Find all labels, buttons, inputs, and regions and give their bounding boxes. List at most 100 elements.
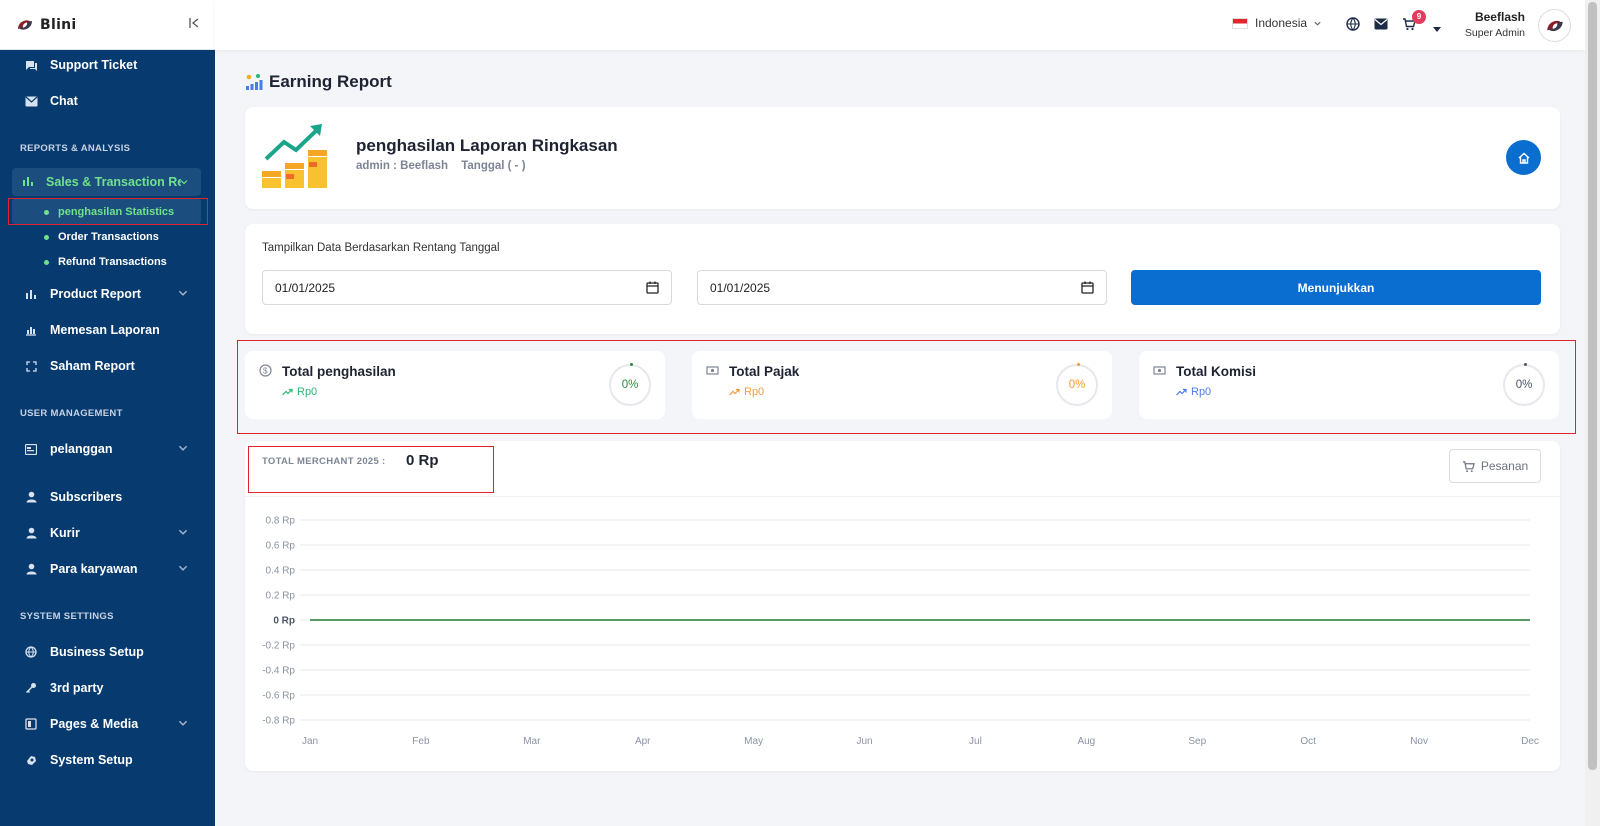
sidebar-item-kurir[interactable]: Kurir [0,518,215,548]
x-tick-label: Jul [969,736,982,747]
globe-icon [24,645,38,659]
x-tick-label: Apr [635,736,651,747]
section-title-reports: REPORTS & ANALYSIS [20,143,131,154]
stat-card-total-komisi: Total Komisi Rp0 0% [1139,351,1559,419]
x-tick-label: Sep [1188,736,1206,747]
stat-percent: 0% [621,379,639,391]
sidebar-item-memesan-laporan[interactable]: Memesan Laporan [0,315,215,345]
x-tick-label: Mar [523,736,541,747]
sidebar-item-subscribers[interactable]: Subscribers [0,482,215,512]
stat-title: Total Pajak [729,364,800,379]
sidebar-item-pages-media[interactable]: Pages & Media [0,709,215,739]
start-date-input[interactable]: 01/01/2025 [262,270,672,305]
flag-indonesia-icon [1232,17,1248,29]
calendar-icon[interactable] [1081,281,1094,294]
sidebar-item-chat[interactable]: Chat [0,86,215,116]
chevron-down-icon [178,720,188,726]
sidebar-item-label: Subscribers [50,490,123,504]
ring-indicator [1077,363,1080,366]
stat-percent: 0% [1068,379,1086,391]
sidebar-subitem-refund-transactions[interactable]: Refund Transactions [44,256,167,268]
dollar-circle-icon: $ [259,364,272,377]
home-button[interactable] [1506,140,1541,175]
globe-icon[interactable] [1346,17,1362,33]
sidebar-subitem-order-transactions[interactable]: Order Transactions [44,231,159,243]
avatar[interactable] [1538,9,1571,42]
calendar-icon[interactable] [646,281,659,294]
x-tick-label: Jun [856,736,872,747]
trend-up-icon [1176,388,1187,396]
brand[interactable]: Blini [0,0,215,50]
sidebar-item-3rd-party[interactable]: 3rd party [0,673,215,703]
sidebar-item-business-setup[interactable]: Business Setup [0,637,215,667]
language-selector[interactable]: Indonesia [1232,16,1322,30]
stat-percent-ring: 0% [1503,363,1545,406]
collapse-sidebar-icon[interactable] [188,16,200,32]
sidebar-item-system-setup[interactable]: System Setup [0,745,215,775]
brand-name: Blini [40,16,77,33]
user-name[interactable]: Beeflash [1415,10,1525,24]
earning-growth-icon [262,124,327,188]
bullet-dot [44,259,49,265]
y-tick-label: -0.4 Rp [262,666,295,677]
sidebar-item-sales-transaction-report[interactable]: Sales & Transaction Report [12,168,201,196]
id-card-icon [24,442,38,456]
sidebar-item-label: Para karyawan [50,562,138,576]
stat-value-text: Rp0 [297,386,318,398]
scrollbar-thumb[interactable] [1588,2,1597,770]
chart-icon [24,323,38,337]
y-tick-label: 0.4 Rp [266,566,296,577]
user-icon [24,490,38,504]
mail-icon [24,94,38,108]
sidebar: Blini Support Ticket Chat REPORTS & ANAL… [0,0,215,826]
mail-icon[interactable] [1374,17,1390,33]
bar-chart-icon [22,175,36,189]
topbar: Indonesia 9 Beeflash Super Admin [215,0,1585,50]
sidebar-subitem-label: Refund Transactions [58,256,167,268]
language-label: Indonesia [1255,16,1308,30]
sidebar-item-para-karyawan[interactable]: Para karyawan [0,554,215,584]
sidebar-item-label: Kurir [50,526,80,540]
stat-percent: 0% [1515,379,1533,391]
end-date-value: 01/01/2025 [710,280,771,295]
section-title-user-management: USER MANAGEMENT [20,408,123,419]
show-button[interactable]: Menunjukkan [1131,270,1541,305]
sidebar-item-pelanggan[interactable]: pelanggan [0,434,215,464]
ring-indicator [630,363,633,366]
sidebar-item-support-ticket[interactable]: Support Ticket [0,50,215,80]
start-date-value: 01/01/2025 [275,280,336,295]
stat-title: Total penghasilan [282,364,396,379]
stat-value: Rp0 [282,386,317,398]
bullet-dot [44,234,49,240]
y-tick-label: -0.2 Rp [262,641,295,652]
chevron-down-icon [178,565,188,571]
highlight-box-active-subitem [8,198,208,225]
user-role: Super Admin [1464,27,1525,39]
bar-chart-icon [24,287,38,301]
y-tick-label: 0 Rp [273,616,295,627]
sidebar-item-label: Chat [50,94,78,108]
x-tick-label: Jan [302,736,318,747]
sidebar-item-label: System Setup [50,753,133,767]
y-tick-label: -0.6 Rp [262,691,295,702]
sidebar-item-label: Business Setup [50,645,144,659]
end-date-input[interactable]: 01/01/2025 [697,270,1107,305]
stat-card-total-pajak: Total Pajak Rp0 0% [692,351,1112,419]
stat-value-text: Rp0 [744,386,765,398]
orders-button-label: Pesanan [1480,459,1529,473]
money-icon [1153,366,1166,375]
x-tick-label: Nov [1410,736,1428,747]
report-icon [246,74,263,90]
trend-up-icon [282,388,293,396]
cart-icon [1462,460,1475,472]
stat-title: Total Komisi [1176,364,1257,379]
chevron-down-icon [178,290,188,296]
sidebar-item-saham-report[interactable]: Saham Report [0,351,215,381]
merchant-line-chart: 0.8 Rp 0.6 Rp 0.4 Rp 0.2 Rp 0 Rp -0.2 Rp -0.4 … [262,516,1539,748]
orders-button[interactable]: Pesanan [1449,449,1541,483]
home-icon [1518,152,1529,164]
sidebar-item-product-report[interactable]: Product Report [0,279,215,309]
stat-percent-ring: 0% [609,363,651,406]
y-tick-label: -0.8 Rp [262,716,295,727]
expand-icon [24,359,38,373]
